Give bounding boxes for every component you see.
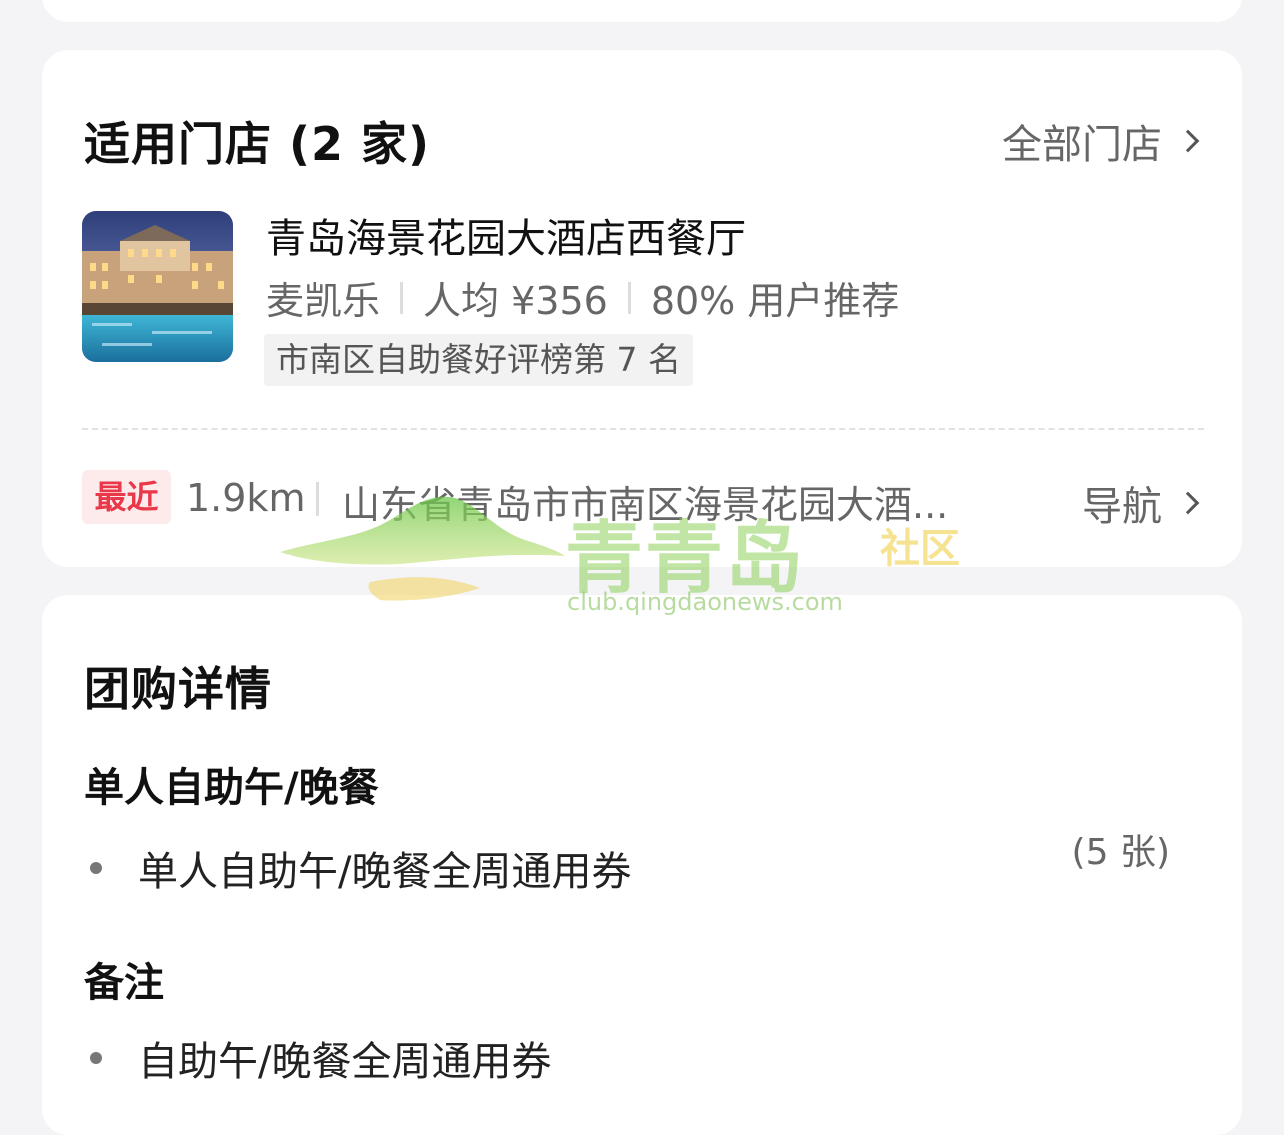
navigate-label: 导航	[1082, 484, 1162, 530]
bullet-icon	[90, 1052, 102, 1064]
notes-title: 备注	[84, 960, 164, 1006]
details-section-title: 团购详情	[84, 662, 272, 716]
all-stores-label: 全部门店	[1002, 122, 1162, 168]
deal-details-card: 团购详情 单人自助午/晚餐 单人自助午/晚餐全周通用券 (5 张) 备注 自助午…	[42, 595, 1242, 1135]
navigate-button[interactable]: 导航	[1082, 474, 1202, 532]
item-quantity: (5 张)	[1071, 832, 1170, 873]
chevron-right-icon	[1176, 129, 1200, 153]
store-brand: 麦凯乐	[266, 279, 381, 323]
store-thumbnail[interactable]	[82, 211, 233, 362]
dashed-divider	[82, 428, 1204, 430]
nearest-badge: 最近	[82, 470, 171, 524]
all-stores-link[interactable]: 全部门店	[1002, 112, 1202, 170]
divider	[400, 281, 404, 314]
divider	[627, 281, 631, 314]
bullet-icon	[90, 862, 102, 874]
stores-card: 适用门店 (2 家) 全部门店 青岛海景花园大酒店西餐厅 麦凯乐 人均 ¥356…	[42, 50, 1242, 567]
list-item: 自助午/晚餐全周通用券	[84, 1029, 551, 1087]
store-distance: 1.9km	[186, 476, 306, 520]
previous-card	[42, 0, 1242, 22]
divider	[316, 482, 319, 516]
note-text: 自助午/晚餐全周通用券	[138, 1039, 552, 1085]
rank-tag[interactable]: 市南区自助餐好评榜第 7 名	[264, 334, 693, 386]
chevron-right-icon	[1176, 491, 1200, 515]
store-meta-row: 麦凯乐 人均 ¥356 80% 用户推荐	[266, 270, 899, 325]
list-item: 单人自助午/晚餐全周通用券	[84, 839, 631, 897]
hotel-photo-image	[82, 211, 233, 362]
store-recommend-rate: 80% 用户推荐	[650, 279, 900, 323]
stores-section-title: 适用门店 (2 家)	[84, 117, 431, 171]
store-address[interactable]: 山东省青岛市市南区海景花园大酒...	[342, 474, 1012, 529]
store-name[interactable]: 青岛海景花园大酒店西餐厅	[266, 206, 746, 264]
item-name: 单人自助午/晚餐全周通用券	[138, 849, 632, 895]
store-avg-price: 人均 ¥356	[423, 279, 608, 323]
item-group-title: 单人自助午/晚餐	[84, 765, 379, 811]
